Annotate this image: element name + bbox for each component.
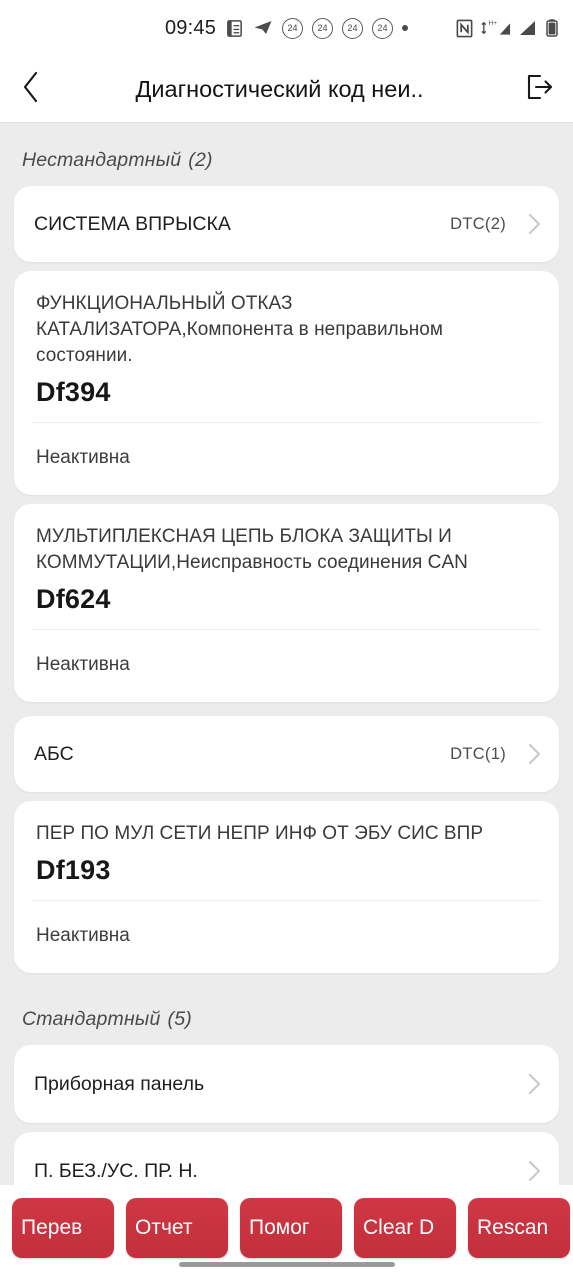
module-name: П. БЕЗ./УС. ПР. Н. [34,1159,198,1182]
dot-icon [402,25,409,31]
module-row[interactable]: АБС DTC(1) [14,716,559,792]
module-row[interactable]: Приборная панель [14,1045,559,1123]
dtc-status: Неактивна [36,447,130,468]
dtc-description: ФУНКЦИОНАЛЬНЫЙ ОТКАЗ КАТАЛИЗАТОРА,Компон… [36,293,444,366]
back-button[interactable] [0,70,62,109]
page-title: Диагностический код неи.. [135,75,424,102]
dtc-code: Df624 [36,584,111,614]
app-header: Диагностический код неи.. [0,56,573,123]
dtc-description: ПЕР ПО МУЛ СЕТИ НЕПР ИНФ ОТ ЭБУ СИС ВПР [36,823,484,844]
home-indicator [178,1262,395,1267]
help-button[interactable]: Помог [240,1198,342,1258]
telegram-icon [253,18,273,38]
circle-24-icon: 24 [282,17,304,39]
report-button[interactable]: Отчет [126,1198,228,1258]
dtc-code: Df394 [36,377,111,407]
status-bar-left-group: 09:45 24 24 24 24 [164,16,409,40]
circle-24-icon: 24 [312,17,334,39]
section-count: (5) [167,1008,192,1030]
signal-icon [518,18,538,38]
chevron-right-icon [528,1160,541,1182]
module-card[interactable]: СИСТЕМА ВПРЫСКА DTC(2) [14,186,559,262]
document-icon [225,19,244,38]
section-header-nonstandard: Нестандартный (2) [0,123,573,186]
module-card[interactable]: АБС DTC(1) [14,716,559,792]
rescan-button[interactable]: Rescan [468,1198,570,1258]
exit-icon [525,73,555,106]
translate-button[interactable]: Перев [12,1198,114,1258]
nfc-icon [455,19,474,38]
dtc-code: Df193 [36,855,111,885]
chevron-right-icon [528,743,541,765]
clear-dtc-button[interactable]: Clear D [354,1198,456,1258]
dtc-list-scroll[interactable]: Нестандартный (2) СИСТЕМА ВПРЫСКА DTC(2) … [0,123,573,1280]
dtc-detail-card[interactable]: ФУНКЦИОНАЛЬНЫЙ ОТКАЗ КАТАЛИЗАТОРА,Компон… [14,271,559,495]
module-dtc-count: DTC(2) [450,214,506,233]
status-bar-clock: 09:45 [164,16,217,39]
chevron-left-icon [21,70,41,109]
dtc-status: Неактивна [36,925,130,946]
module-name: СИСТЕМА ВПРЫСКА [34,212,231,235]
section-header-standard: Стандартный (5) [0,982,573,1045]
phone-screen: 09:45 24 24 24 24 H+ Диагностический код… [0,0,573,1280]
module-name: Приборная панель [34,1072,205,1095]
status-bar: 09:45 24 24 24 24 H+ [0,0,573,56]
standard-module-card[interactable]: Приборная панель [14,1045,559,1123]
bottom-action-bar: Перев Отчет Помог Clear D Rescan [0,1185,573,1280]
exit-button[interactable] [507,73,573,106]
module-row[interactable]: СИСТЕМА ВПРЫСКА DTC(2) [14,186,559,262]
hplus-data-icon: H+ [481,18,511,38]
circle-24-icon: 24 [372,17,394,39]
dtc-status: Неактивна [36,654,130,675]
section-count: (2) [188,149,213,171]
chevron-right-icon [528,213,541,235]
chevron-right-icon [528,1073,541,1095]
section-title-text: Стандартный [22,1008,161,1030]
battery-icon [545,18,559,38]
module-name: АБС [34,742,74,765]
circle-24-icon: 24 [342,17,364,39]
dtc-detail-card[interactable]: ПЕР ПО МУЛ СЕТИ НЕПР ИНФ ОТ ЭБУ СИС ВПР … [14,801,559,973]
status-bar-right-group: H+ [455,0,559,56]
section-title-text: Нестандартный [22,149,182,171]
dtc-description: МУЛЬТИПЛЕКСНАЯ ЦЕПЬ БЛОКА ЗАЩИТЫ И КОММУ… [36,526,468,573]
dtc-detail-card[interactable]: МУЛЬТИПЛЕКСНАЯ ЦЕПЬ БЛОКА ЗАЩИТЫ И КОММУ… [14,504,559,702]
module-dtc-count: DTC(1) [450,744,506,763]
svg-text:H+: H+ [489,20,498,27]
